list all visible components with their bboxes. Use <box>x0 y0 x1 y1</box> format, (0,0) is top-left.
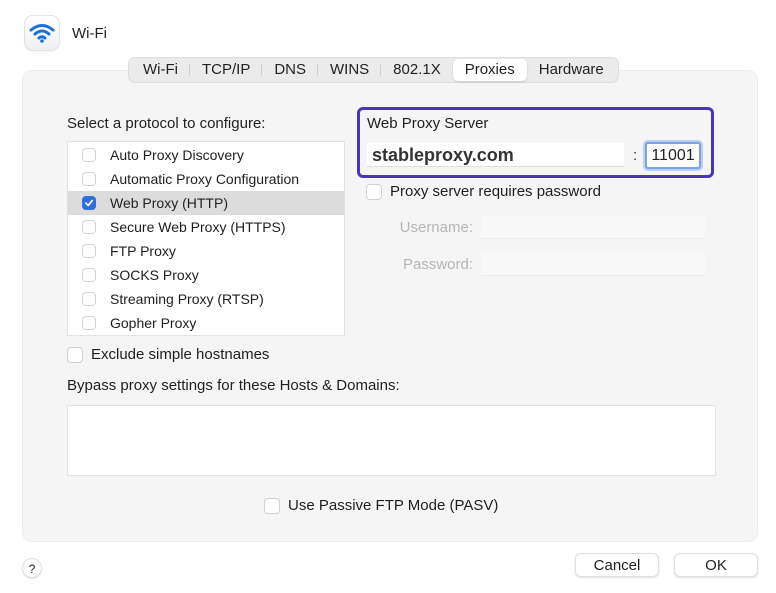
requires-password-toggle[interactable]: Proxy server requires password <box>366 183 601 200</box>
checkbox[interactable] <box>67 346 83 363</box>
protocol-item-socks-proxy[interactable]: SOCKS Proxy <box>68 263 344 287</box>
username-label: Username: <box>399 219 473 236</box>
protocol-label: FTP Proxy <box>110 243 176 259</box>
protocol-label: Secure Web Proxy (HTTPS) <box>110 219 286 235</box>
exclude-simple-hostnames-toggle[interactable]: Exclude simple hostnames <box>67 346 269 363</box>
protocol-label: Gopher Proxy <box>110 315 197 331</box>
checkbox[interactable] <box>82 292 96 306</box>
server-heading: Web Proxy Server <box>367 115 489 132</box>
protocol-label: Web Proxy (HTTP) <box>110 195 228 211</box>
protocol-item-auto-discovery[interactable]: Auto Proxy Discovery <box>68 143 344 167</box>
tab-wins[interactable]: WINS <box>318 59 382 81</box>
proxy-host-input[interactable]: stableproxy.com <box>367 143 624 167</box>
checkbox[interactable] <box>82 268 96 282</box>
tab-tcpip[interactable]: TCP/IP <box>190 59 263 81</box>
passive-ftp-toggle[interactable]: Use Passive FTP Mode (PASV) <box>264 497 498 514</box>
checkbox[interactable] <box>82 196 96 210</box>
bypass-label: Bypass proxy settings for these Hosts & … <box>67 377 400 394</box>
checkbox[interactable] <box>82 316 96 330</box>
cancel-button[interactable]: Cancel <box>575 553 659 577</box>
host-port-separator: : <box>633 147 638 164</box>
protocol-item-auto-config[interactable]: Automatic Proxy Configuration <box>68 167 344 191</box>
protocol-label: Auto Proxy Discovery <box>110 147 244 163</box>
tab-wifi[interactable]: Wi-Fi <box>131 59 190 81</box>
protocol-heading: Select a protocol to configure: <box>67 115 266 132</box>
password-input[interactable] <box>481 253 705 276</box>
bypass-hosts-textarea[interactable] <box>67 405 716 476</box>
tab-hardware[interactable]: Hardware <box>527 59 616 81</box>
protocol-item-streaming-proxy[interactable]: Streaming Proxy (RTSP) <box>68 287 344 311</box>
checkbox[interactable] <box>82 172 96 186</box>
passive-ftp-label: Use Passive FTP Mode (PASV) <box>288 497 499 514</box>
checkbox[interactable] <box>82 148 96 162</box>
protocol-item-secure-web-proxy[interactable]: Secure Web Proxy (HTTPS) <box>68 215 344 239</box>
protocol-label: Automatic Proxy Configuration <box>110 171 300 187</box>
window-header: Wi-Fi <box>25 16 107 50</box>
username-input[interactable] <box>481 216 705 239</box>
window-title: Wi-Fi <box>72 24 107 42</box>
proxy-port-input[interactable]: 11001 <box>645 142 701 169</box>
protocol-item-ftp-proxy[interactable]: FTP Proxy <box>68 239 344 263</box>
wifi-icon <box>25 16 59 50</box>
protocol-item-web-proxy[interactable]: Web Proxy (HTTP) <box>68 191 344 215</box>
password-label: Password: <box>402 256 473 273</box>
requires-password-label: Proxy server requires password <box>390 183 601 200</box>
ok-button[interactable]: OK <box>674 553 758 577</box>
tab-bar: Wi-Fi TCP/IP DNS WINS 802.1X Proxies Har… <box>128 57 619 83</box>
tab-dns[interactable]: DNS <box>262 59 318 81</box>
protocol-item-gopher-proxy[interactable]: Gopher Proxy <box>68 311 344 335</box>
checkmark-icon <box>85 199 94 207</box>
checkbox[interactable] <box>264 497 280 514</box>
checkbox[interactable] <box>82 244 96 258</box>
protocol-label: Streaming Proxy (RTSP) <box>110 291 264 307</box>
exclude-simple-hostnames-label: Exclude simple hostnames <box>91 346 270 363</box>
tab-8021x[interactable]: 802.1X <box>381 59 453 81</box>
checkbox[interactable] <box>366 183 382 200</box>
help-button[interactable]: ? <box>22 558 42 578</box>
protocol-list: Auto Proxy Discovery Automatic Proxy Con… <box>67 141 345 336</box>
protocol-label: SOCKS Proxy <box>110 267 199 283</box>
tab-proxies[interactable]: Proxies <box>452 59 527 81</box>
checkbox[interactable] <box>82 220 96 234</box>
